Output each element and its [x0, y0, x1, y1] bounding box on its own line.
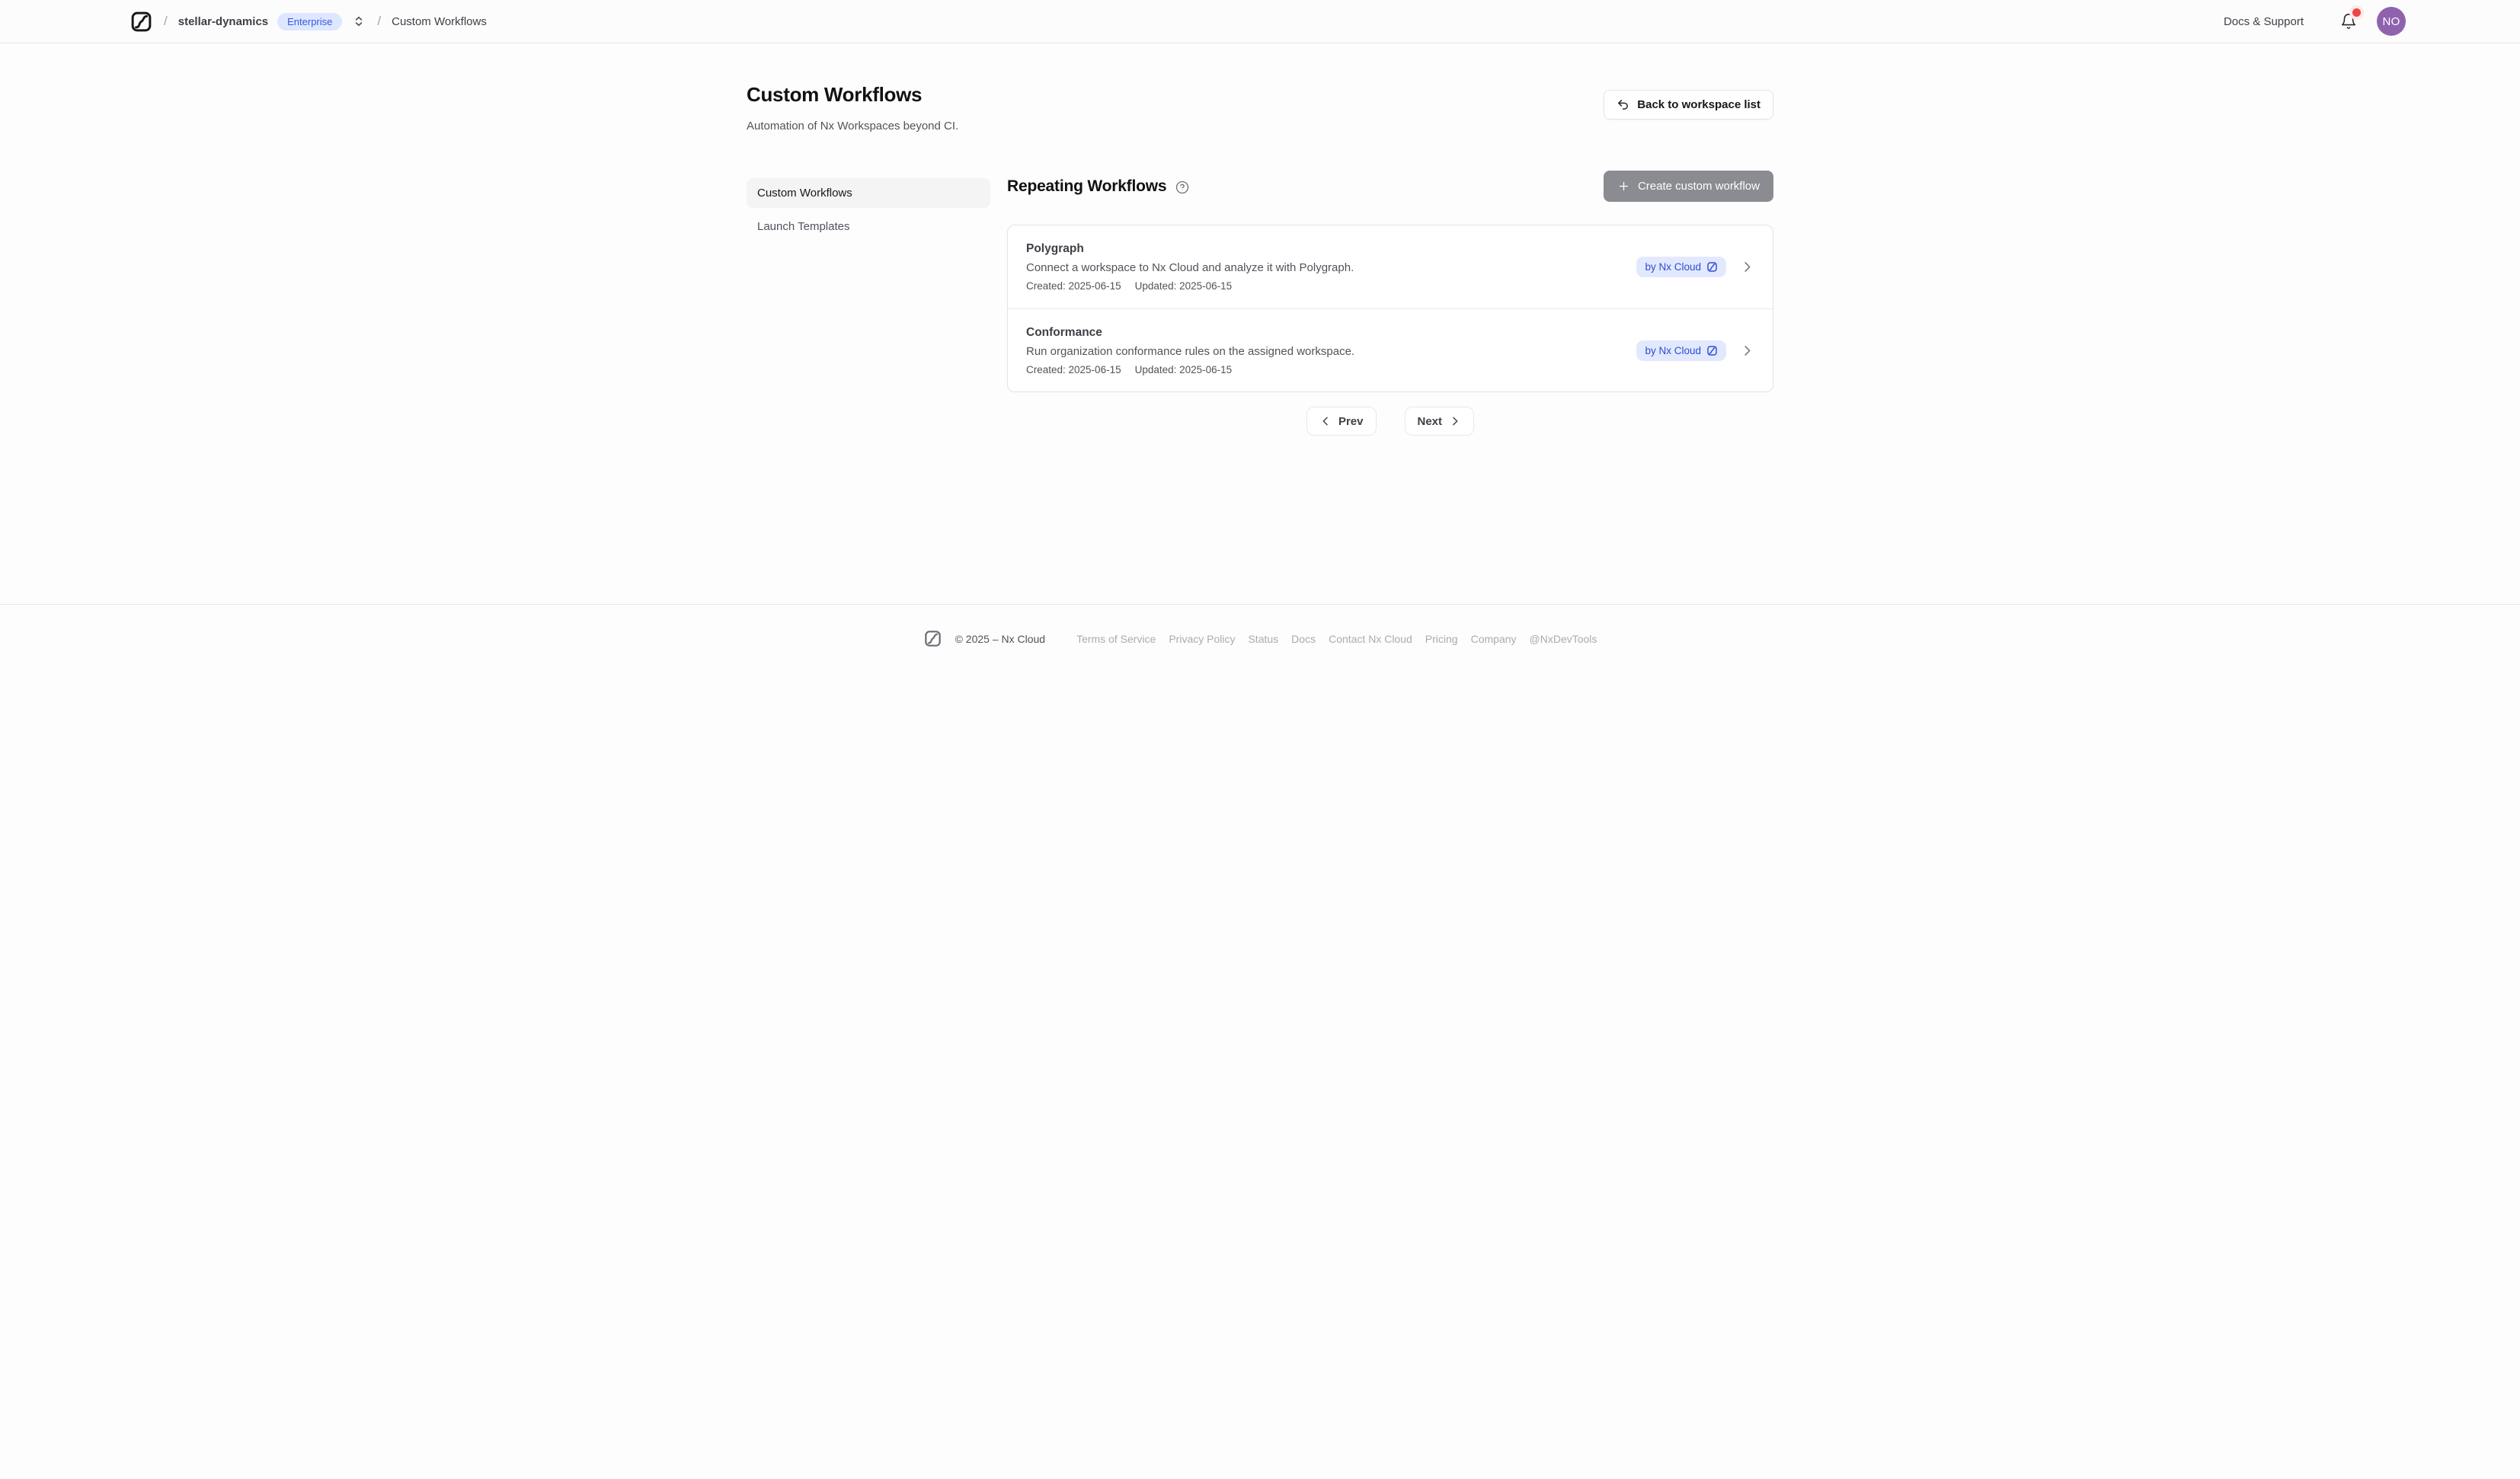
chevron-right-icon[interactable] [1740, 343, 1754, 358]
nx-logo-icon [1706, 261, 1718, 273]
chevron-right-icon[interactable] [1740, 260, 1754, 274]
breadcrumb: / stellar-dynamics Enterprise / Custom W… [130, 10, 487, 34]
breadcrumb-workspace[interactable]: stellar-dynamics [178, 15, 268, 28]
chevron-right-icon [1449, 415, 1461, 427]
footer-link-pricing[interactable]: Pricing [1425, 633, 1458, 645]
copyright-text: © 2025 – Nx Cloud [955, 633, 1046, 645]
breadcrumb-separator: / [162, 14, 169, 29]
footer-link-status[interactable]: Status [1248, 633, 1278, 645]
page-header: Custom Workflows Automation of Nx Worksp… [747, 43, 1773, 133]
chevron-left-icon [1319, 415, 1332, 427]
plus-icon [1617, 180, 1630, 193]
page-subtitle: Automation of Nx Workspaces beyond CI. [747, 120, 958, 133]
user-avatar[interactable]: NO [2377, 7, 2406, 36]
prev-label: Prev [1338, 415, 1364, 428]
next-label: Next [1418, 415, 1443, 428]
workflow-name: Polygraph [1026, 242, 1354, 256]
workflow-created: Created: 2025-06-15 [1026, 364, 1121, 375]
footer-link-privacy[interactable]: Privacy Policy [1169, 633, 1235, 645]
nx-cloud-logo-icon[interactable] [130, 10, 153, 34]
back-button-label: Back to workspace list [1637, 98, 1760, 111]
breadcrumb-current-page: Custom Workflows [392, 15, 487, 28]
footer-link-company[interactable]: Company [1471, 633, 1517, 645]
help-icon[interactable] [1175, 180, 1189, 194]
workflow-created: Created: 2025-06-15 [1026, 280, 1121, 292]
workflow-row-conformance[interactable]: Conformance Run organization conformance… [1008, 308, 1773, 391]
workflow-description: Connect a workspace to Nx Cloud and anal… [1026, 261, 1354, 274]
footer-link-contact[interactable]: Contact Nx Cloud [1329, 633, 1412, 645]
sidebar-item-launch-templates[interactable]: Launch Templates [747, 212, 990, 241]
repeating-workflows-section: Repeating Workflows [1007, 171, 1773, 436]
undo-arrow-icon [1617, 98, 1629, 111]
navbar-actions: Docs & Support NO [2224, 7, 2406, 36]
page-body: Custom Workflows Automation of Nx Worksp… [0, 43, 2520, 478]
footer-link-terms[interactable]: Terms of Service [1076, 633, 1156, 645]
notifications-button[interactable] [2340, 13, 2357, 30]
prev-page-button[interactable]: Prev [1306, 407, 1377, 436]
workflow-description: Run organization conformance rules on th… [1026, 345, 1354, 358]
badge-label: by Nx Cloud [1645, 345, 1701, 356]
footer-link-docs[interactable]: Docs [1291, 633, 1316, 645]
nx-logo-icon [1706, 345, 1718, 356]
pagination: Prev Next [1007, 407, 1773, 436]
workspace-switcher-icon[interactable] [351, 14, 366, 29]
workflow-row-polygraph[interactable]: Polygraph Connect a workspace to Nx Clou… [1008, 225, 1773, 308]
workflow-name: Conformance [1026, 326, 1354, 340]
sidebar-item-custom-workflows[interactable]: Custom Workflows [747, 178, 990, 208]
back-to-workspace-list-button[interactable]: Back to workspace list [1604, 90, 1773, 120]
footer-link-nxdevtools[interactable]: @NxDevTools [1530, 633, 1597, 645]
section-title: Repeating Workflows [1007, 177, 1166, 196]
by-nx-cloud-badge[interactable]: by Nx Cloud [1636, 340, 1726, 361]
footer: © 2025 – Nx Cloud Terms of Service Priva… [0, 604, 2520, 740]
by-nx-cloud-badge[interactable]: by Nx Cloud [1636, 257, 1726, 277]
enterprise-badge: Enterprise [277, 13, 342, 30]
notification-dot [2352, 8, 2361, 17]
create-custom-workflow-button[interactable]: Create custom workflow [1604, 171, 1773, 202]
next-page-button[interactable]: Next [1405, 407, 1475, 436]
page-title: Custom Workflows [747, 83, 958, 107]
breadcrumb-separator: / [376, 14, 382, 29]
top-navbar: / stellar-dynamics Enterprise / Custom W… [0, 0, 2520, 43]
workflow-updated: Updated: 2025-06-15 [1135, 364, 1233, 375]
nx-footer-logo-icon [923, 629, 942, 648]
workflow-updated: Updated: 2025-06-15 [1135, 280, 1233, 292]
workflows-card: Polygraph Connect a workspace to Nx Clou… [1007, 225, 1773, 392]
badge-label: by Nx Cloud [1645, 261, 1701, 273]
settings-sidebar: Custom Workflows Launch Templates [747, 178, 990, 436]
create-button-label: Create custom workflow [1638, 180, 1760, 193]
docs-support-link[interactable]: Docs & Support [2224, 15, 2304, 28]
